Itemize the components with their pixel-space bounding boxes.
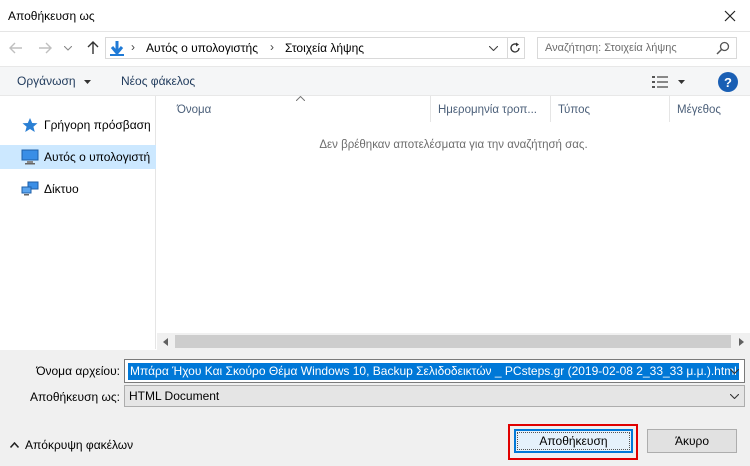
organize-label: Οργάνωση: [17, 74, 76, 88]
hide-folders-button[interactable]: Απόκρυψη φακέλων: [10, 438, 133, 452]
chevron-down-icon: [64, 45, 72, 51]
breadcrumb-downloads[interactable]: Στοιχεία λήψης: [285, 41, 364, 55]
sidebar-item-label: Αυτός ο υπολογιστή: [44, 150, 151, 164]
chevron-up-icon: [10, 442, 19, 448]
address-bar[interactable]: › Αυτός ο υπολογιστής › Στοιχεία λήψης: [105, 37, 508, 59]
sidebar-item-label: Γρήγορη πρόσβαση: [44, 118, 151, 132]
horizontal-scrollbar[interactable]: [157, 333, 750, 350]
sidebar-item-network[interactable]: Δίκτυο: [0, 177, 156, 201]
change-view-button[interactable]: [652, 73, 692, 91]
filename-value[interactable]: Μπάρα Ήχου Και Σκούρο Θέμα Windows 10, B…: [128, 363, 739, 380]
scroll-right-icon: [739, 337, 744, 346]
save-form: Όνομα αρχείου: Μπάρα Ήχου Και Σκούρο Θέμ…: [0, 350, 750, 466]
cancel-button[interactable]: Άκυρο: [647, 429, 737, 453]
refresh-button[interactable]: [505, 37, 525, 59]
savetype-value: HTML Document: [129, 389, 220, 403]
column-header-type[interactable]: Τύπος: [558, 104, 590, 116]
save-button[interactable]: Αποθήκευση: [514, 429, 633, 453]
chevron-down-icon: [488, 45, 498, 51]
search-box[interactable]: Αναζήτηση: Στοιχεία λήψης: [537, 37, 737, 59]
recent-locations-button[interactable]: [62, 38, 74, 58]
column-header-name[interactable]: Όνομα: [177, 104, 211, 116]
scrollbar-thumb[interactable]: [175, 335, 731, 348]
computer-icon: [21, 149, 39, 165]
sort-ascending-icon: [296, 96, 305, 101]
column-divider[interactable]: [430, 96, 431, 122]
command-toolbar: Οργάνωση Νέος φάκελος ?: [0, 66, 750, 96]
up-arrow-icon: [87, 41, 99, 54]
breadcrumb-this-pc[interactable]: Αυτός ο υπολογιστής: [146, 41, 258, 55]
column-divider[interactable]: [550, 96, 551, 122]
forward-button[interactable]: [36, 38, 54, 58]
caret-down-icon: [678, 80, 685, 84]
address-dropdown-button[interactable]: [486, 40, 500, 56]
window-title: Αποθήκευση ως: [8, 9, 95, 23]
back-arrow-icon: [9, 42, 22, 54]
chevron-down-icon: [729, 368, 739, 374]
help-button[interactable]: ?: [718, 72, 738, 92]
up-button[interactable]: [84, 38, 102, 58]
filename-field[interactable]: Μπάρα Ήχου Και Σκούρο Θέμα Windows 10, B…: [124, 359, 745, 383]
filename-label: Όνομα αρχείου:: [36, 364, 120, 378]
help-icon: ?: [724, 74, 732, 90]
search-placeholder: Αναζήτηση: Στοιχεία λήψης: [545, 42, 677, 54]
column-header-date[interactable]: Ημερομηνία τροπ...: [438, 104, 537, 116]
caret-down-icon: [83, 79, 91, 84]
filename-dropdown-button[interactable]: [727, 364, 741, 378]
column-divider[interactable]: [669, 96, 670, 122]
star-icon: [22, 118, 38, 132]
scroll-right-button[interactable]: [733, 336, 750, 347]
empty-results-message: Δεν βρέθηκαν αποτελέσματα για την αναζήτ…: [319, 139, 588, 151]
refresh-icon: [509, 42, 520, 53]
new-folder-button[interactable]: Νέος φάκελος: [121, 74, 195, 88]
column-header-size[interactable]: Μέγεθος: [677, 104, 721, 116]
scroll-left-icon: [163, 337, 168, 346]
sidebar-item-this-pc[interactable]: Αυτός ο υπολογιστή: [0, 145, 156, 169]
savetype-dropdown-button[interactable]: [727, 389, 741, 403]
sidebar-item-label: Δίκτυο: [44, 182, 79, 196]
navigation-pane: Γρήγορη πρόσβαση Αυτός ο υπολογιστή Δίκτ…: [0, 96, 156, 349]
close-icon: [724, 10, 736, 21]
chevron-right-icon: ›: [270, 40, 274, 54]
hide-folders-label: Απόκρυψη φακέλων: [25, 438, 134, 452]
column-headers: Όνομα Ημερομηνία τροπ... Τύπος Μέγεθος: [157, 96, 750, 122]
savetype-select[interactable]: HTML Document: [124, 385, 745, 407]
scroll-left-button[interactable]: [157, 336, 174, 347]
focus-rectangle: [517, 432, 630, 450]
organize-button[interactable]: Οργάνωση: [17, 74, 91, 88]
close-button[interactable]: [710, 0, 750, 31]
downloads-folder-icon: [110, 41, 124, 56]
title-bar: Αποθήκευση ως: [0, 0, 750, 32]
chevron-down-icon: [729, 393, 739, 399]
chevron-right-icon: ›: [131, 40, 135, 54]
sidebar-item-quick-access[interactable]: Γρήγορη πρόσβαση: [0, 113, 156, 137]
search-icon: [716, 41, 730, 55]
file-list: Όνομα Ημερομηνία τροπ... Τύπος Μέγεθος Δ…: [157, 96, 750, 336]
details-view-icon: [652, 76, 668, 88]
forward-arrow-icon: [39, 42, 52, 54]
back-button[interactable]: [7, 38, 25, 58]
savetype-label: Αποθήκευση ως:: [30, 390, 120, 404]
network-icon: [21, 181, 39, 196]
